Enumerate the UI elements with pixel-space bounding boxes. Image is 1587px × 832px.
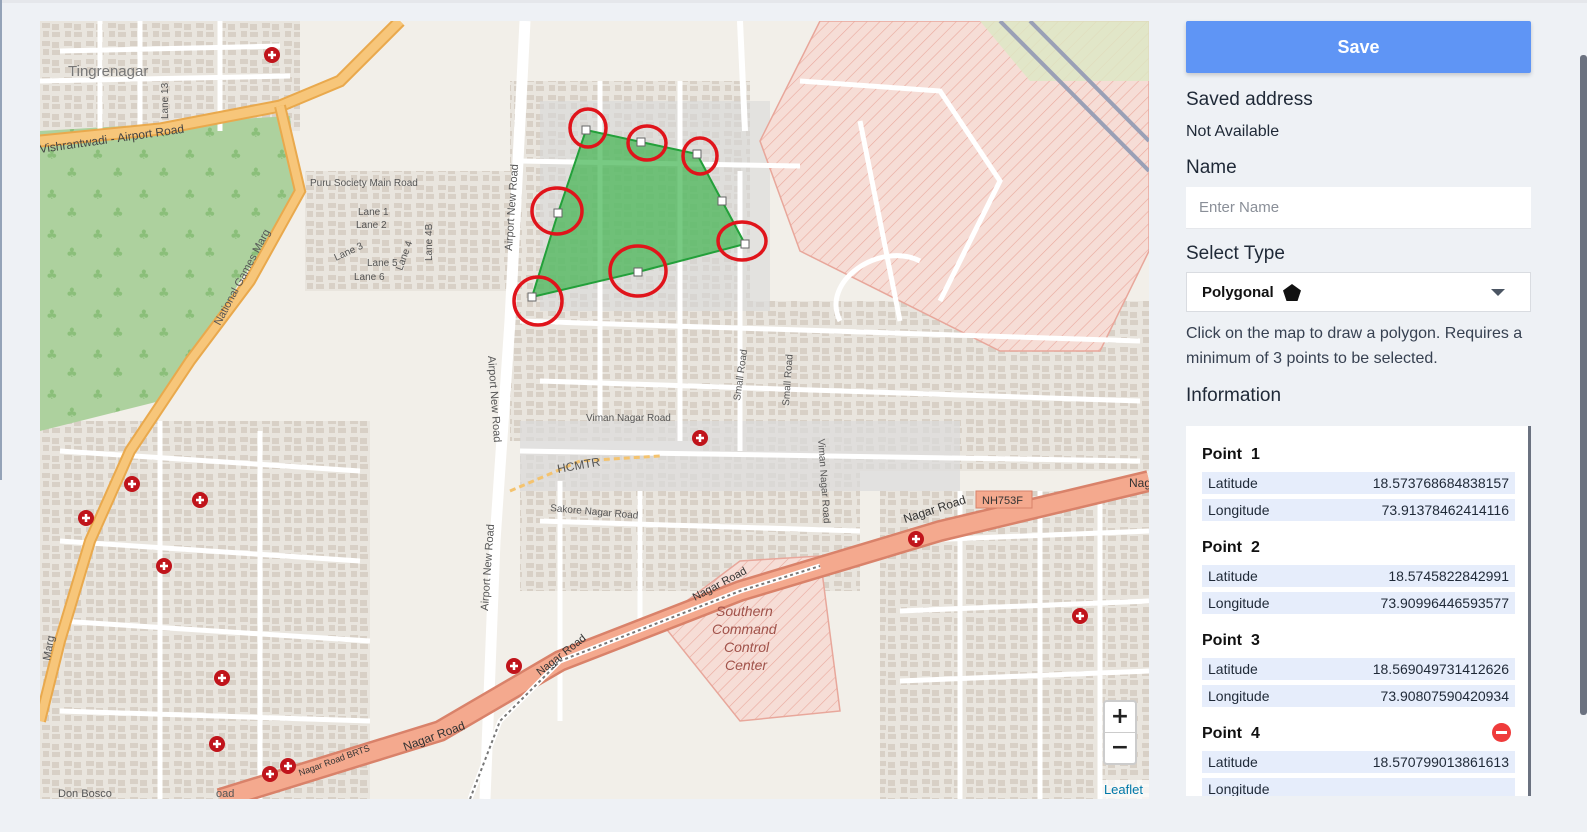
road-label-lane1: Lane 1 [358, 207, 389, 218]
longitude-label: Longitude [1208, 781, 1270, 796]
point-card: Point 3 Latitude 18.569049731412626 Longit… [1186, 632, 1531, 707]
hospital-icon [156, 558, 172, 574]
hospital-icon [506, 658, 522, 674]
name-heading: Name [1186, 157, 1237, 178]
hospital-icon [264, 47, 280, 63]
hospital-icon [209, 736, 225, 752]
top-border [0, 0, 1587, 3]
latitude-label: Latitude [1208, 475, 1258, 491]
vertex-handle[interactable] [717, 196, 727, 206]
latitude-row: Latitude 18.569049731412626 [1202, 658, 1515, 680]
longitude-label: Longitude [1208, 595, 1270, 611]
hospital-icon [280, 758, 296, 774]
longitude-value: 73.90996446593577 [1380, 595, 1509, 611]
longitude-row: Longitude 73.90996446593577 [1202, 592, 1515, 614]
information-heading: Information [1186, 385, 1282, 406]
place-label-center: Center [725, 657, 768, 673]
saved-address-heading: Saved address [1186, 89, 1313, 110]
latitude-label: Latitude [1208, 754, 1258, 770]
pentagon-icon [1282, 283, 1301, 301]
map-canvas[interactable]: ♣ ♣ [40, 21, 1149, 799]
vertex-handle[interactable] [740, 239, 750, 249]
latitude-label: Latitude [1208, 568, 1258, 584]
point-number: 4 [1251, 725, 1260, 742]
vertex-handle[interactable] [553, 208, 563, 218]
latitude-value: 18.570799013861613 [1372, 754, 1509, 770]
road-label-lane2: Lane 2 [356, 220, 387, 231]
hospital-icon [214, 670, 230, 686]
hospital-icon [192, 492, 208, 508]
type-select[interactable]: Polygonal [1186, 272, 1531, 312]
road-label-lane5: Lane 5 [367, 258, 398, 269]
longitude-value: 73.91378462414116 [1381, 502, 1509, 518]
vertex-handle[interactable] [633, 267, 643, 277]
longitude-label: Longitude [1208, 502, 1270, 518]
place-label-southern: Southern [716, 603, 773, 619]
longitude-value: 73.90807590420934 [1380, 688, 1509, 704]
points-list[interactable]: Point 1 Latitude 18.573768684838157 Longit… [1186, 426, 1531, 796]
vertex-handle[interactable] [692, 149, 702, 159]
hospital-icon [692, 430, 708, 446]
select-type-heading: Select Type [1186, 243, 1285, 264]
zoom-control: + − [1103, 700, 1137, 765]
leaflet-attribution[interactable]: Leaflet [1097, 780, 1149, 799]
latitude-label: Latitude [1208, 661, 1258, 677]
point-card: Point 1 Latitude 18.573768684838157 Longit… [1186, 446, 1531, 521]
hospital-icon [124, 476, 140, 492]
place-label-tingrenagar: Tingrenagar [68, 63, 148, 80]
name-input[interactable]: Enter Name [1186, 187, 1531, 229]
road-label-lane4b: Lane 4B [424, 223, 435, 261]
road-label-oad: oad [216, 788, 234, 799]
vertex-handle[interactable] [636, 137, 646, 147]
longitude-row: Longitude 73.91378462414116 [1202, 499, 1515, 521]
side-panel: Save Saved address Not Available Name En… [1186, 21, 1531, 407]
hospital-icon [78, 510, 94, 526]
latitude-row: Latitude 18.5745822842991 [1202, 565, 1515, 587]
vertex-handle[interactable] [581, 125, 591, 135]
place-label-control: Control [724, 639, 770, 655]
longitude-row: Longitude [1202, 778, 1515, 796]
zoom-out-button[interactable]: − [1105, 732, 1135, 763]
hospital-icon [262, 766, 278, 782]
road-label-nagar-road-5: Nag [1129, 476, 1149, 490]
points-list-scrollbar[interactable] [1528, 426, 1531, 796]
page-scrollbar[interactable] [1580, 55, 1587, 715]
vertex-handle[interactable] [527, 292, 537, 302]
caret-down-icon [1491, 288, 1505, 296]
point-number: 1 [1251, 446, 1260, 463]
latitude-row: Latitude 18.573768684838157 [1202, 472, 1515, 494]
map-container[interactable]: ♣ ♣ [40, 21, 1149, 799]
hospital-icon [908, 531, 924, 547]
help-text: Click on the map to draw a polygon. Requ… [1186, 325, 1523, 367]
left-edge [0, 0, 2, 480]
route-label-nh753f: NH753F [982, 495, 1023, 507]
hospital-icon [1072, 608, 1088, 624]
latitude-value: 18.573768684838157 [1372, 475, 1509, 491]
point-card: Point 4 Latitude 18.570799013861613 Longit… [1186, 723, 1531, 796]
road-label-viman-nagar-1: Viman Nagar Road [586, 413, 671, 424]
point-card: Point 2 Latitude 18.5745822842991 Longitud… [1186, 539, 1531, 614]
road-label-lane6: Lane 6 [354, 272, 385, 283]
point-number: 2 [1251, 539, 1260, 556]
built-up-area [40, 421, 370, 799]
longitude-row: Longitude 73.90807590420934 [1202, 685, 1515, 707]
point-title: Point [1202, 539, 1242, 556]
point-title: Point [1202, 632, 1242, 649]
point-title: Point [1202, 446, 1242, 463]
place-label-command: Command [712, 621, 778, 637]
road-label-puru: Puru Society Main Road [310, 178, 418, 189]
point-title: Point [1202, 725, 1242, 742]
road-label-lane13: Lane 13 [160, 82, 171, 119]
longitude-label: Longitude [1208, 688, 1270, 704]
latitude-value: 18.5745822842991 [1388, 568, 1509, 584]
latitude-row: Latitude 18.570799013861613 [1202, 751, 1515, 773]
saved-address-value: Not Available [1186, 123, 1280, 140]
point-number: 3 [1251, 632, 1260, 649]
zoom-in-button[interactable]: + [1105, 702, 1135, 732]
latitude-value: 18.569049731412626 [1372, 661, 1509, 677]
remove-point-icon[interactable] [1492, 723, 1511, 742]
road-label-don-bosco: Don Bosco [58, 788, 112, 799]
save-button[interactable]: Save [1186, 21, 1531, 73]
type-select-value: Polygonal [1202, 283, 1274, 301]
